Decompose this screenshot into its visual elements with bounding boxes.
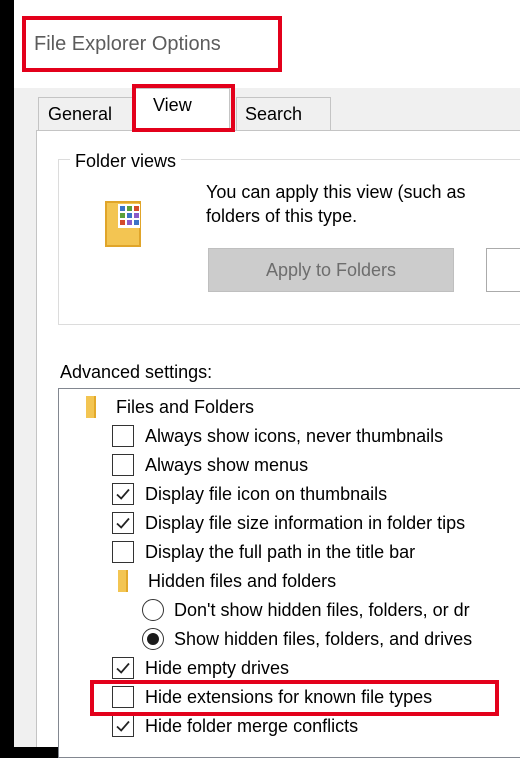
- selected-radio-icon[interactable]: [142, 628, 164, 650]
- folder-views-icon: [104, 200, 146, 248]
- folder-icon: [118, 570, 128, 592]
- setting-label: Always show icons, never thumbnails: [145, 426, 444, 446]
- apply-to-folders-button[interactable]: Apply to Folders: [208, 248, 454, 292]
- folder-views-description-line2: folders of this type.: [206, 206, 358, 226]
- hide-extensions-highlight-box: [90, 680, 499, 716]
- folder-views-description: You can apply this view (such as folders…: [206, 180, 465, 228]
- tab-search-label: Search: [245, 104, 303, 124]
- setting-label: Files and Folders: [116, 397, 255, 417]
- checked-checkbox-icon[interactable]: [112, 657, 134, 679]
- setting-label: Display file size information in folder …: [145, 513, 466, 533]
- tab-search[interactable]: Search: [236, 97, 331, 130]
- unselected-radio-icon[interactable]: [142, 599, 164, 621]
- unchecked-checkbox-icon[interactable]: [112, 425, 134, 447]
- checked-checkbox-icon[interactable]: [112, 512, 134, 534]
- setting-label: Always show menus: [145, 455, 309, 475]
- setting-label: Display the full path in the title bar: [145, 542, 416, 562]
- setting-label: Hidden files and folders: [148, 571, 337, 591]
- setting-label: Don't show hidden files, folders, or dr: [174, 600, 470, 620]
- tab-general-label: General: [48, 104, 113, 124]
- setting-label: Hide folder merge conflicts: [145, 716, 359, 736]
- folder-views-description-line1: You can apply this view (such as: [206, 182, 466, 202]
- setting-label: Hide empty drives: [145, 658, 290, 678]
- tab-view-highlight-box: [132, 84, 235, 132]
- tab-general[interactable]: General: [38, 97, 133, 130]
- checked-checkbox-icon[interactable]: [112, 483, 134, 505]
- reset-folders-button[interactable]: [486, 248, 520, 292]
- folder-views-label: Folder views: [70, 151, 182, 172]
- checked-checkbox-icon[interactable]: [112, 715, 134, 737]
- title-highlight-box: [22, 16, 282, 72]
- unchecked-checkbox-icon[interactable]: [112, 541, 134, 563]
- unchecked-checkbox-icon[interactable]: [112, 454, 134, 476]
- setting-label: Display file icon on thumbnails: [145, 484, 388, 504]
- setting-label: Show hidden files, folders, and drives: [174, 629, 473, 649]
- folder-icon: [86, 396, 96, 418]
- advanced-settings-label: Advanced settings:: [60, 362, 213, 382]
